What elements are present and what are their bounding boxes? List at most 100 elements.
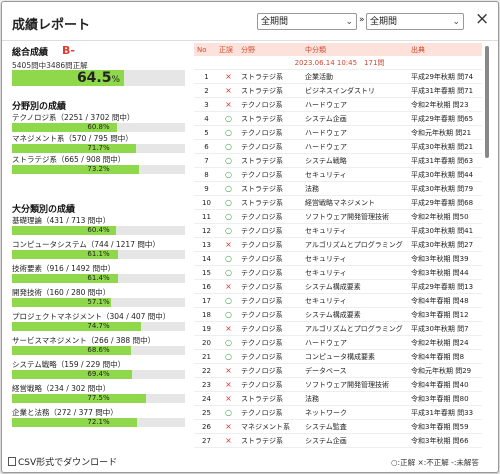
table-row[interactable]: 7 ○ ストラテジ系 システム戦略 平成31年春期 問63 <box>194 153 482 168</box>
result-mark: × <box>216 237 238 252</box>
row-field: テクノロジ系 <box>238 251 302 266</box>
row-field: テクノロジ系 <box>238 377 302 392</box>
result-mark: × <box>216 279 238 294</box>
row-number: 21 <box>194 349 216 364</box>
scrollbar-thumb[interactable] <box>485 46 489 158</box>
category-label: コンピュータシステム（744 / 1217 問中） <box>12 240 160 249</box>
file-icon <box>8 457 16 466</box>
table-row[interactable]: 4 ○ ストラテジ系 システム企画 平成29年春期 問65 <box>194 111 482 126</box>
col-no: No <box>194 43 216 56</box>
fields-heading: 分野別の成績 <box>12 102 67 112</box>
summary-panel: 総合成績 B- 5405問中3486問正解 64.5% 分野別の成績 テクノロジ… <box>12 44 188 443</box>
row-field: ストラテジ系 <box>238 111 302 126</box>
row-number: 8 <box>194 167 216 182</box>
table-row[interactable]: 25 ○ テクノロジ系 ネットワーク 平成31年春期 問33 <box>194 405 482 420</box>
table-row[interactable]: 14 ○ テクノロジ系 セキュリティ 令和3年秋期 問39 <box>194 251 482 266</box>
table-row[interactable]: 24 × ストラテジ系 法務 令和3年春期 問80 <box>194 391 482 406</box>
table-row[interactable]: 9 ○ ストラテジ系 法務 平成30年秋期 問79 <box>194 181 482 196</box>
table-row[interactable]: 10 ○ ストラテジ系 経営戦略マネジメント 平成29年春期 問68 <box>194 195 482 210</box>
row-number: 19 <box>194 321 216 336</box>
table-row[interactable]: 15 ○ テクノロジ系 セキュリティ 令和3年秋期 問44 <box>194 265 482 280</box>
result-mark: ○ <box>216 139 238 154</box>
row-subcategory: コンピュータ構成要素 <box>302 349 408 364</box>
row-field: テクノロジ系 <box>238 307 302 322</box>
table-row[interactable]: 5 ○ テクノロジ系 ハードウェア 令和元年秋期 問21 <box>194 125 482 140</box>
row-subcategory: ハードウェア <box>302 125 408 140</box>
category-progress-bar: 69.4% <box>12 370 185 379</box>
row-subcategory: セキュリティ <box>302 251 408 266</box>
row-number: 27 <box>194 433 216 448</box>
result-mark: ○ <box>216 181 238 196</box>
row-subcategory: システム構成要素 <box>302 279 408 294</box>
row-source: 令和3年秋期 問39 <box>408 251 482 266</box>
result-mark: ○ <box>216 153 238 168</box>
table-row[interactable]: 2 × ストラテジ系 ビジネスインダストリ 平成31年春期 問71 <box>194 83 482 98</box>
row-source: 令和元年秋期 問21 <box>408 125 482 140</box>
table-row[interactable]: 27 × ストラテジ系 システム企画 令和3年秋期 問66 <box>194 433 482 448</box>
category-progress-bar: 61.4% <box>12 274 185 283</box>
row-subcategory: ビジネスインダストリ <box>302 83 408 98</box>
field-progress-bar: 73.2% <box>12 165 185 174</box>
row-number: 22 <box>194 363 216 378</box>
category-percent: 57.1% <box>87 298 110 306</box>
row-field: ストラテジ系 <box>238 83 302 98</box>
row-field: テクノロジ系 <box>238 335 302 350</box>
table-row[interactable]: 21 ○ テクノロジ系 コンピュータ構成要素 令和4年春期 問8 <box>194 349 482 364</box>
table-row[interactable]: 20 ○ テクノロジ系 ハードウェア 令和2年秋期 問24 <box>194 335 482 350</box>
category-label: 基礎理論（431 / 713 問中） <box>12 216 111 225</box>
row-field: テクノロジ系 <box>238 321 302 336</box>
table-row[interactable]: 8 ○ テクノロジ系 セキュリティ 平成30年秋期 問44 <box>194 167 482 182</box>
session-row[interactable]: 2023.06.14 10:45 171問 <box>194 56 482 70</box>
table-row[interactable]: 16 × テクノロジ系 システム構成要素 平成29年春期 問13 <box>194 279 482 294</box>
row-subcategory: データベース <box>302 363 408 378</box>
row-number: 7 <box>194 153 216 168</box>
field-label: テクノロジ系（2251 / 3702 問中） <box>12 113 135 122</box>
result-mark: ○ <box>216 251 238 266</box>
row-subcategory: ハードウェア <box>302 97 408 112</box>
result-mark: ○ <box>216 195 238 210</box>
row-source: 平成31年春期 問33 <box>408 405 482 420</box>
table-row[interactable]: 1 × ストラテジ系 企業活動 平成29年秋期 問74 <box>194 69 482 84</box>
period-from-select[interactable]: 全期間 ⌄ <box>257 13 357 30</box>
row-subcategory: システム構成要素 <box>302 307 408 322</box>
row-source: 平成29年春期 問68 <box>408 195 482 210</box>
row-field: マネジメント系 <box>238 419 302 434</box>
table-row[interactable]: 19 × テクノロジ系 アルゴリズムとプログラミング 平成30年秋期 問7 <box>194 321 482 336</box>
category-percent: 69.4% <box>87 370 110 378</box>
category-progress-bar: 57.1% <box>12 298 185 307</box>
result-mark: × <box>216 69 238 84</box>
row-field: ストラテジ系 <box>238 69 302 84</box>
row-number: 16 <box>194 279 216 294</box>
result-mark: ○ <box>216 223 238 238</box>
table-row[interactable]: 22 × テクノロジ系 データベース 令和元年秋期 問29 <box>194 363 482 378</box>
table-row[interactable]: 11 ○ テクノロジ系 ソフトウェア開発管理技術 令和2年秋期 問50 <box>194 209 482 224</box>
table-row[interactable]: 13 × テクノロジ系 アルゴリズムとプログラミング 平成30年秋期 問27 <box>194 237 482 252</box>
row-field: ストラテジ系 <box>238 195 302 210</box>
header: 成績レポート 全期間 ⌄ » 全期間 ⌄ × <box>2 2 498 41</box>
result-mark: × <box>216 363 238 378</box>
period-to-select[interactable]: 全期間 ⌄ <box>366 13 464 30</box>
category-label: サービスマネジメント（266 / 388 問中） <box>12 336 156 345</box>
table-row[interactable]: 6 ○ テクノロジ系 ハードウェア 平成30年秋期 問21 <box>194 139 482 154</box>
result-mark: × <box>216 419 238 434</box>
table-row[interactable]: 26 × マネジメント系 システム監査 令和3年春期 問59 <box>194 419 482 434</box>
row-field: テクノロジ系 <box>238 167 302 182</box>
row-field: ストラテジ系 <box>238 433 302 448</box>
result-mark: × <box>216 321 238 336</box>
row-field: テクノロジ系 <box>238 125 302 140</box>
row-source: 令和3年春期 問80 <box>408 391 482 406</box>
row-subcategory: ハードウェア <box>302 335 408 350</box>
table-row[interactable]: 3 × テクノロジ系 ハードウェア 令和2年秋期 問23 <box>194 97 482 112</box>
row-field: テクノロジ系 <box>238 405 302 420</box>
table-row[interactable]: 17 ○ テクノロジ系 セキュリティ 令和4年春期 問48 <box>194 293 482 308</box>
categories-heading: 大分類別の成績 <box>12 205 76 215</box>
close-icon[interactable]: × <box>475 9 489 29</box>
history-table: No 正誤 分野 中分類 出典 2023.06.14 10:45 171問 1 ×… <box>194 43 482 448</box>
row-number: 12 <box>194 223 216 238</box>
table-row[interactable]: 12 ○ テクノロジ系 セキュリティ 平成30年秋期 問41 <box>194 223 482 238</box>
table-row[interactable]: 18 ○ テクノロジ系 システム構成要素 令和3年春期 問12 <box>194 307 482 322</box>
table-row[interactable]: 23 × テクノロジ系 ソフトウェア開発管理技術 令和4年春期 問40 <box>194 377 482 392</box>
csv-download-link[interactable]: CSV形式でダウンロード <box>8 455 117 468</box>
row-number: 15 <box>194 265 216 280</box>
result-mark: ○ <box>216 265 238 280</box>
